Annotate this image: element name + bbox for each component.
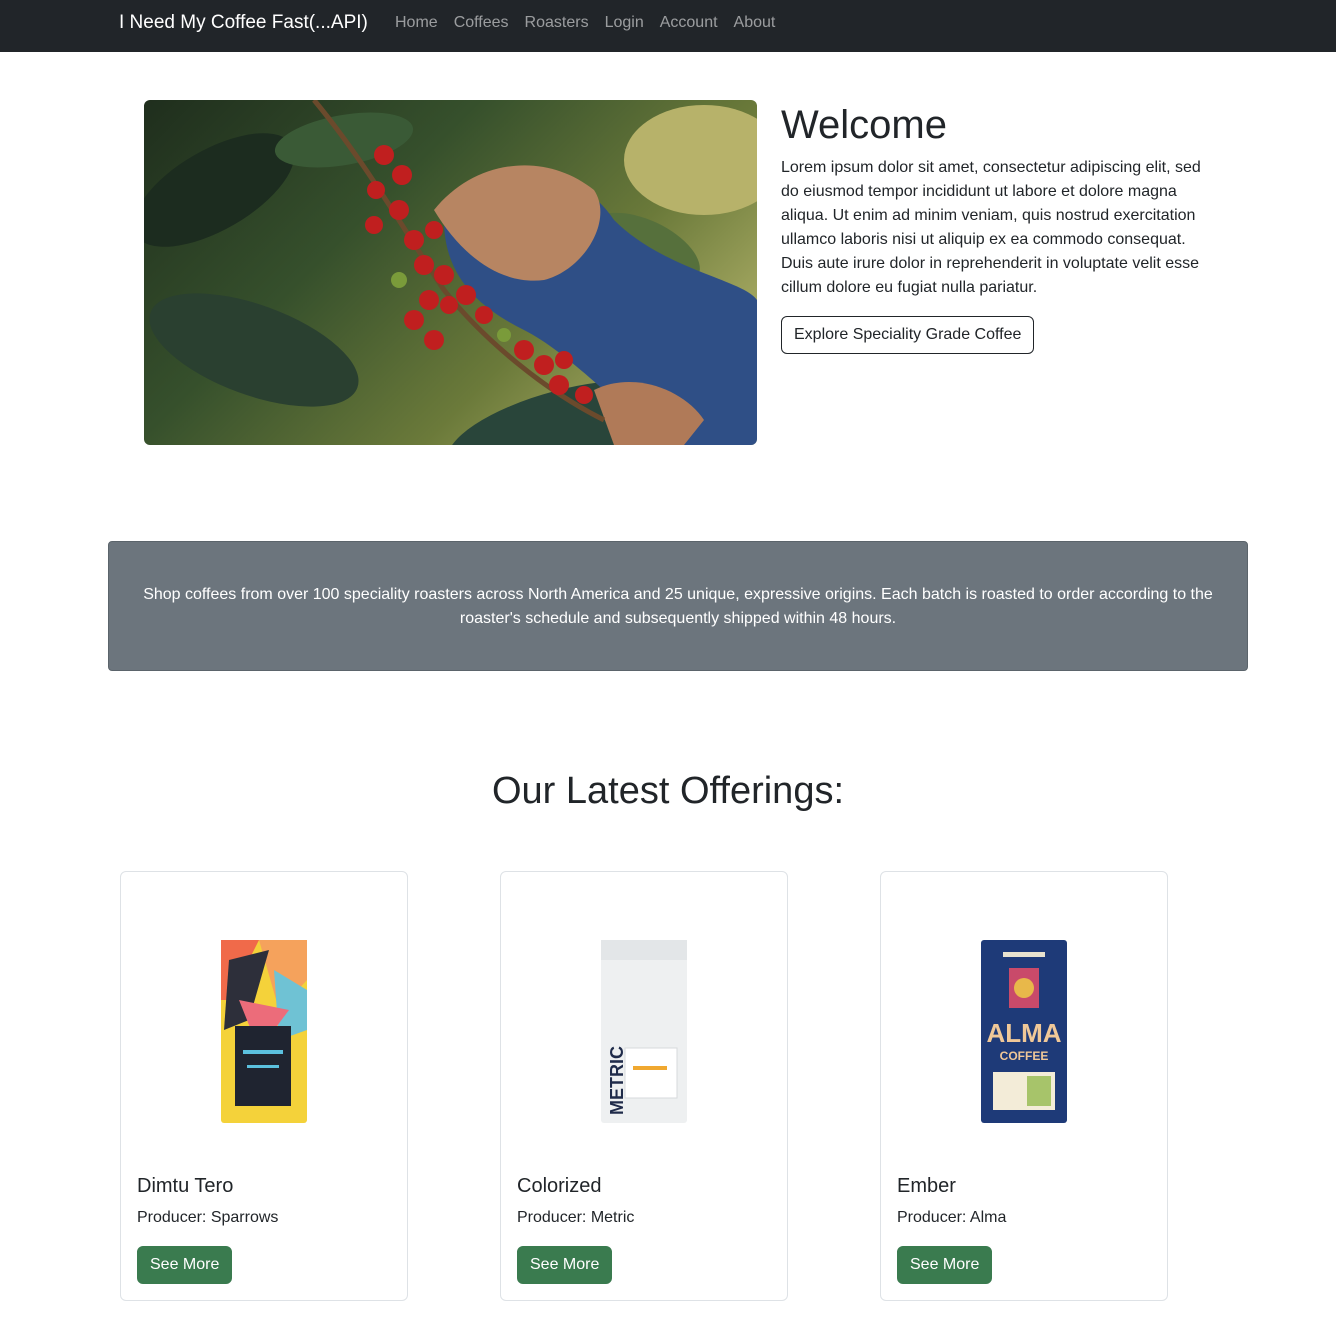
info-banner: Shop coffees from over 100 speciality ro…: [108, 541, 1248, 671]
svg-text:COFFEE: COFFEE: [1000, 1049, 1049, 1063]
nav-link-about[interactable]: About: [734, 14, 776, 32]
welcome-heading: Welcome: [781, 103, 947, 147]
navbar-brand[interactable]: I Need My Coffee Fast(...API): [119, 12, 368, 34]
product-card-ember: ALMA COFFEE Ember Producer: Alma See Mor…: [880, 871, 1168, 1301]
coffee-bag-image: METRIC: [599, 940, 689, 1123]
coffee-bag-image: [219, 940, 309, 1123]
card-producer: Producer: Metric: [517, 1209, 635, 1226]
svg-text:METRIC: METRIC: [607, 1046, 627, 1115]
product-card-dimtu-tero: Dimtu Tero Producer: Sparrows See More: [120, 871, 408, 1301]
see-more-button[interactable]: See More: [137, 1246, 233, 1284]
product-card-colorized: METRIC Colorized Producer: Metric See Mo…: [500, 871, 788, 1301]
nav-link-account[interactable]: Account: [660, 14, 718, 32]
see-more-button[interactable]: See More: [517, 1246, 613, 1284]
card-title: Ember: [897, 1175, 956, 1197]
nav-link-coffees[interactable]: Coffees: [454, 14, 509, 32]
nav-link-home[interactable]: Home: [395, 14, 438, 32]
svg-text:ALMA: ALMA: [986, 1018, 1061, 1048]
banner-text: Shop coffees from over 100 speciality ro…: [143, 586, 1213, 627]
explore-coffee-button[interactable]: Explore Speciality Grade Coffee: [781, 316, 1035, 354]
card-title: Dimtu Tero: [137, 1175, 234, 1197]
card-producer: Producer: Alma: [897, 1209, 1007, 1226]
offerings-heading: Our Latest Offerings:: [491, 770, 845, 812]
card-title: Colorized: [517, 1175, 602, 1197]
card-producer: Producer: Sparrows: [137, 1209, 279, 1226]
coffee-bag-image: ALMA COFFEE: [979, 940, 1069, 1123]
see-more-button[interactable]: See More: [897, 1246, 993, 1284]
navbar: I Need My Coffee Fast(...API) Home Coffe…: [0, 0, 1336, 52]
nav-link-login[interactable]: Login: [605, 14, 644, 32]
nav-links: Home Coffees Roasters Login Account Abou…: [395, 14, 791, 32]
nav-link-roasters[interactable]: Roasters: [525, 14, 589, 32]
hero-image: [144, 100, 757, 445]
welcome-text: Lorem ipsum dolor sit amet, consectetur …: [781, 159, 1201, 296]
